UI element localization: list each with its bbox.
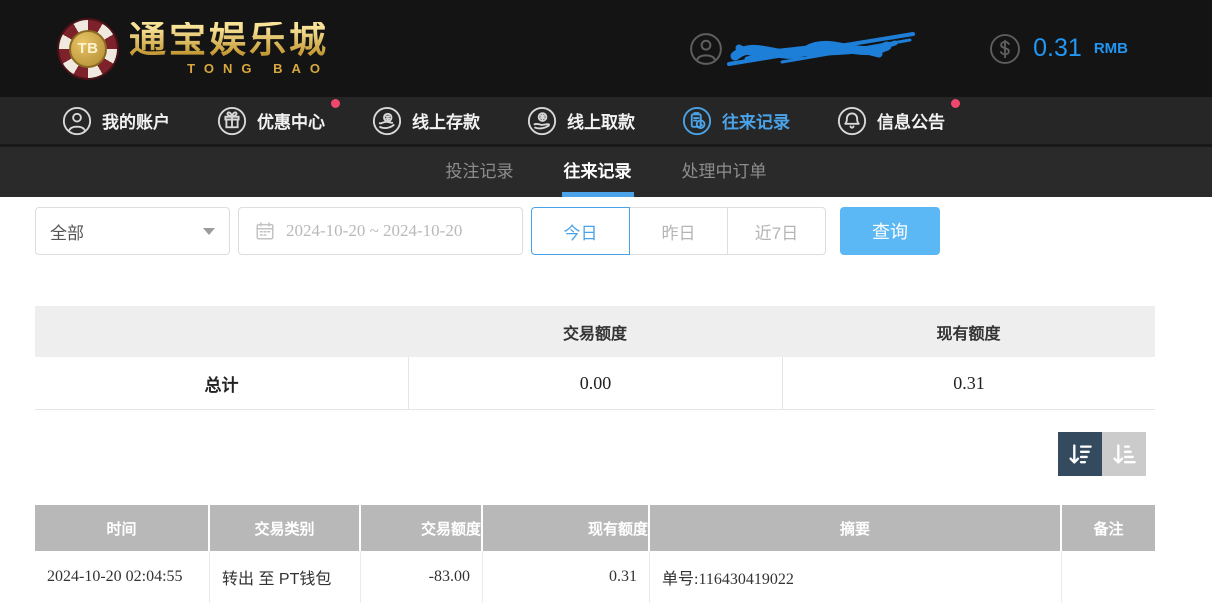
poker-chip-logo-icon: TB <box>59 19 117 78</box>
balance-amount: 0.31 <box>1033 34 1082 62</box>
col-header-category: 交易类别 <box>210 505 361 551</box>
sort-controls <box>35 432 1155 476</box>
chevron-down-icon <box>203 227 215 235</box>
bell-icon <box>837 106 867 136</box>
tab-betting-records[interactable]: 投注记录 <box>444 147 516 197</box>
nav-item-my-account[interactable]: 我的账户 <box>62 106 170 136</box>
nav-label: 线上取款 <box>567 113 635 132</box>
calendar-icon <box>254 220 276 242</box>
records-subnav: 投注记录 往来记录 处理中订单 <box>0 147 1212 197</box>
sort-ascending-button[interactable] <box>1102 432 1146 476</box>
notification-dot <box>331 98 340 108</box>
tab-transaction-records[interactable]: 往来记录 <box>561 147 634 197</box>
nav-item-online-deposit[interactable]: 线上存款 <box>372 106 480 136</box>
nav-label: 线上存款 <box>412 113 480 132</box>
nav-label: 我的账户 <box>102 113 170 132</box>
col-header-balance: 现有额度 <box>483 505 650 551</box>
top-header: TB 通宝娱乐城 TONG BAO 0.31 RMB <box>0 0 1212 97</box>
cell-summary: 单号:116430419022 <box>650 551 1062 603</box>
col-header-note: 备注 <box>1093 520 1124 538</box>
table-row: 2024-10-20 02:04:55 转出 至 PT钱包 -83.00 0.3… <box>35 551 1155 603</box>
user-account-chip[interactable] <box>689 25 917 73</box>
table-header-row: 时间 交易类别 交易额度 现有额度 摘要 备注 <box>35 505 1155 551</box>
date-range-value: 2024-10-20 ~ 2024-10-20 <box>286 221 463 240</box>
category-select[interactable]: 全部 <box>35 207 230 255</box>
range-button-today[interactable]: 今日 <box>531 207 630 255</box>
user-circle-icon <box>62 106 92 136</box>
nav-label: 优惠中心 <box>257 113 325 132</box>
summary-transaction-total: 0.00 <box>407 356 782 410</box>
site-subtitle: TONG BAO <box>187 60 329 76</box>
nav-item-online-withdrawal[interactable]: 线上取款 <box>527 106 635 136</box>
col-header-summary: 摘要 <box>650 505 1062 551</box>
gift-icon <box>217 106 247 136</box>
cell-amount: -83.00 <box>361 551 483 603</box>
dollar-coin-icon <box>989 33 1021 65</box>
filter-row: 全部 2024-10-20 ~ 2024-10-20 今日 昨日 近7日 查询 <box>35 207 1155 255</box>
summary-total-label: 总计 <box>204 375 239 395</box>
summary-total-row: 总计 0.00 0.31 <box>35 356 1155 410</box>
nav-item-promotions[interactable]: 优惠中心 <box>217 98 340 136</box>
site-title: 通宝娱乐城 <box>129 19 329 61</box>
main-nav: 我的账户 优惠中心 线上存款 线上取款 往来记录 信息公告 <box>0 97 1212 147</box>
col-header-time: 时间 <box>35 505 210 551</box>
cell-time: 2024-10-20 02:04:55 <box>35 551 210 603</box>
username-redaction-scribble <box>727 25 917 73</box>
deposit-hand-coin-icon <box>372 106 402 136</box>
quick-range-group: 今日 昨日 近7日 <box>531 207 826 255</box>
user-icon <box>689 32 723 66</box>
account-balance[interactable]: 0.31 RMB <box>989 33 1128 65</box>
summary-header-current: 现有额度 <box>936 325 1001 343</box>
sort-ascending-icon <box>1112 443 1136 464</box>
date-range-picker[interactable]: 2024-10-20 ~ 2024-10-20 <box>238 207 523 255</box>
summary-header-transaction: 交易额度 <box>562 325 627 343</box>
balance-currency: RMB <box>1093 40 1128 57</box>
query-button[interactable]: 查询 <box>840 207 940 255</box>
summary-header-row: 交易额度 现有额度 <box>35 306 1155 357</box>
main-content: 全部 2024-10-20 ~ 2024-10-20 今日 昨日 近7日 查询 <box>0 197 1212 603</box>
category-select-value: 全部 <box>50 223 84 243</box>
chip-label: TB <box>69 29 107 68</box>
tab-processing-orders[interactable]: 处理中订单 <box>680 147 769 197</box>
records-clipboard-clock-icon <box>682 106 712 136</box>
withdraw-hand-money-icon <box>527 106 557 136</box>
nav-item-transaction-records[interactable]: 往来记录 <box>682 106 790 136</box>
nav-label: 往来记录 <box>722 113 790 132</box>
nav-label: 信息公告 <box>877 113 945 132</box>
nav-item-announcements[interactable]: 信息公告 <box>837 98 960 136</box>
brand-logo[interactable]: TB 通宝娱乐城 TONG BAO <box>59 19 329 78</box>
range-button-yesterday[interactable]: 昨日 <box>629 207 728 255</box>
cell-balance: 0.31 <box>483 551 650 603</box>
col-header-amount: 交易额度 <box>361 505 483 551</box>
notification-dot <box>951 98 960 108</box>
sort-descending-button[interactable] <box>1058 432 1102 476</box>
header-right: 0.31 RMB <box>689 25 1128 73</box>
transactions-table: 时间 交易类别 交易额度 现有额度 摘要 备注 2024-10-20 02:04… <box>35 505 1155 603</box>
cell-category: 转出 至 PT钱包 <box>210 551 361 603</box>
sort-descending-icon <box>1068 443 1092 464</box>
cell-note <box>1062 551 1155 603</box>
summary-current-total: 0.31 <box>782 356 1155 410</box>
range-button-last7days[interactable]: 近7日 <box>727 207 826 255</box>
brand-text: 通宝娱乐城 TONG BAO <box>129 22 329 76</box>
summary-table: 交易额度 现有额度 总计 0.00 0.31 <box>35 306 1155 410</box>
